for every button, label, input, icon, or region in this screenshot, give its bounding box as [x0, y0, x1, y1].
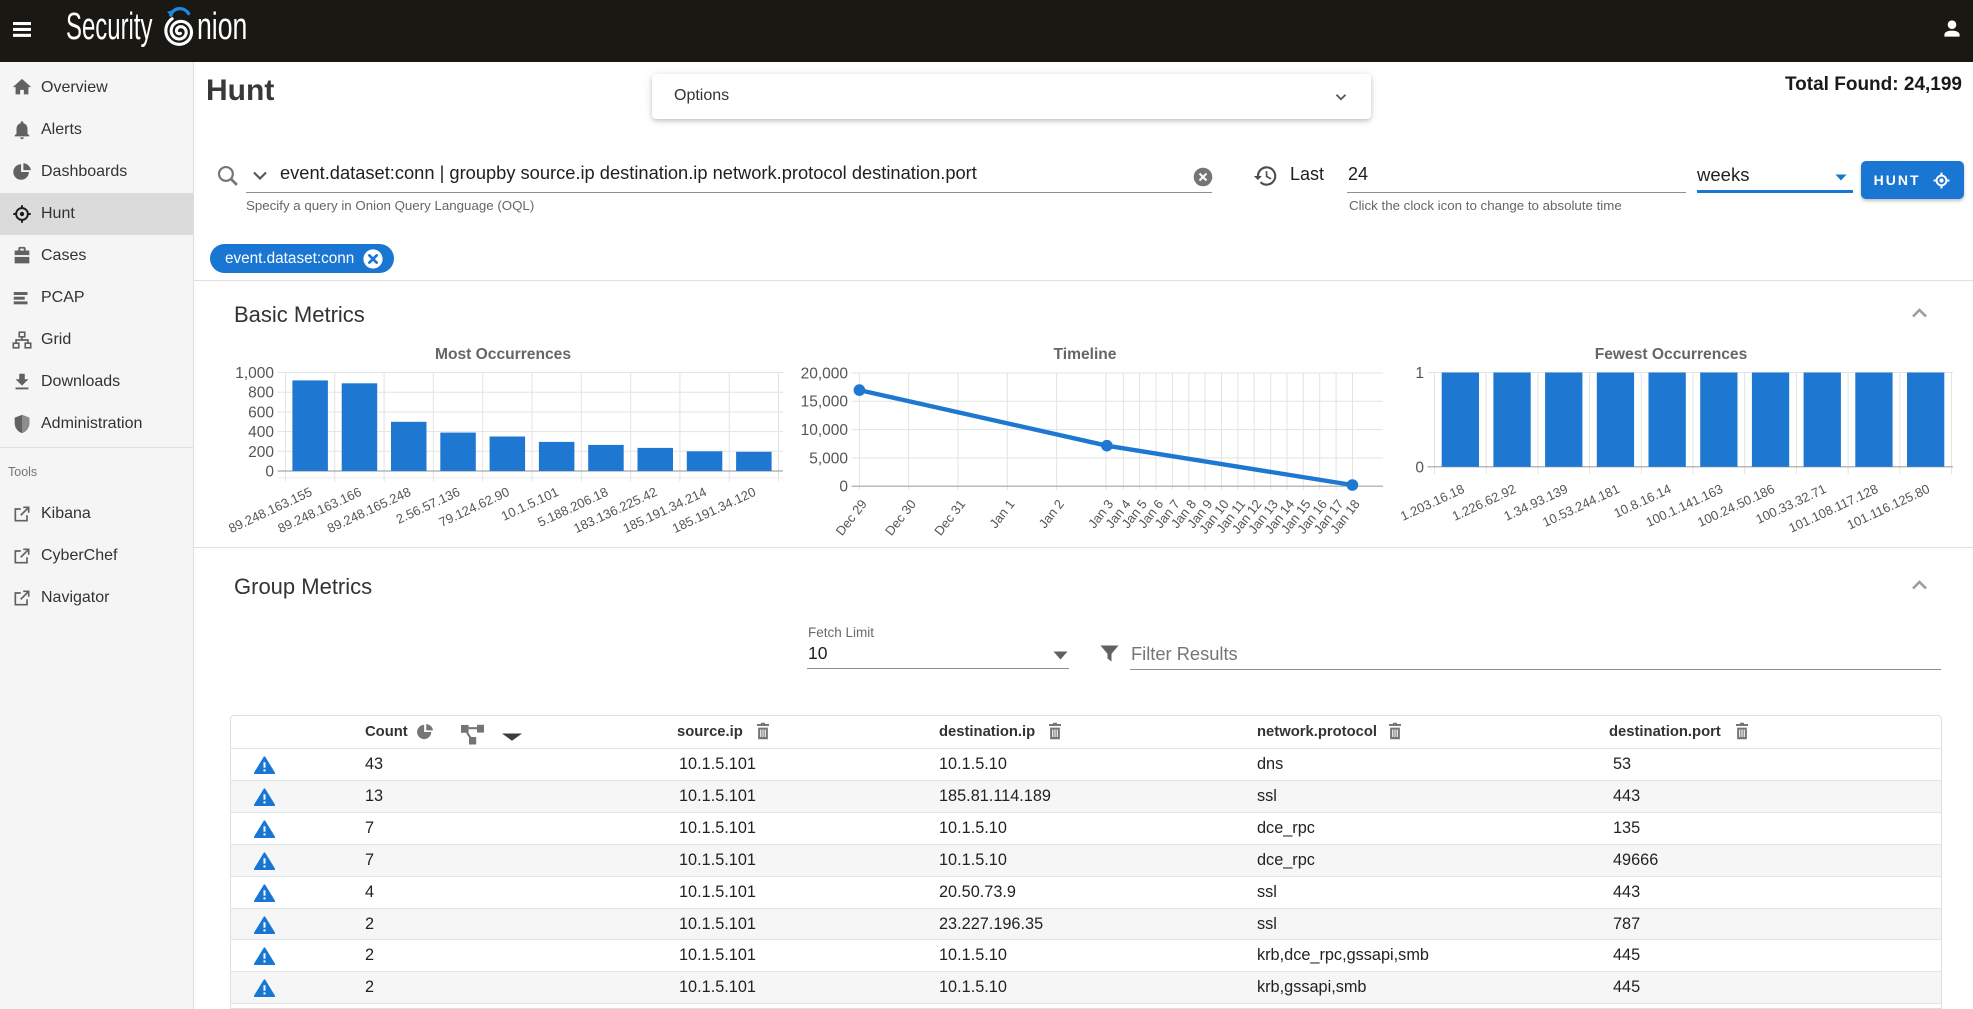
svg-text:20,000: 20,000: [801, 365, 849, 382]
svg-text:1: 1: [1415, 365, 1424, 382]
svg-text:600: 600: [248, 404, 274, 421]
svg-text:Jan 2: Jan 2: [1036, 497, 1067, 531]
svg-text:200: 200: [248, 444, 274, 461]
svg-text:Fewest Occurrences: Fewest Occurrences: [1595, 346, 1748, 363]
svg-text:0: 0: [1415, 459, 1424, 476]
svg-text:1,000: 1,000: [235, 365, 274, 382]
svg-text:10,000: 10,000: [801, 422, 849, 439]
svg-text:Dec 30: Dec 30: [882, 497, 919, 539]
svg-text:Dec 31: Dec 31: [931, 497, 968, 539]
svg-text:0: 0: [839, 479, 848, 496]
svg-text:5,000: 5,000: [809, 450, 848, 467]
svg-text:800: 800: [248, 385, 274, 402]
svg-text:185.191.34.120: 185.191.34.120: [670, 484, 758, 536]
svg-text:15,000: 15,000: [801, 394, 849, 411]
svg-text:400: 400: [248, 424, 274, 441]
svg-text:0: 0: [265, 464, 274, 481]
svg-text:Dec 29: Dec 29: [833, 497, 870, 539]
svg-text:Jan 1: Jan 1: [986, 497, 1017, 531]
svg-text:Timeline: Timeline: [1054, 346, 1117, 363]
svg-text:Most Occurrences: Most Occurrences: [435, 346, 571, 363]
